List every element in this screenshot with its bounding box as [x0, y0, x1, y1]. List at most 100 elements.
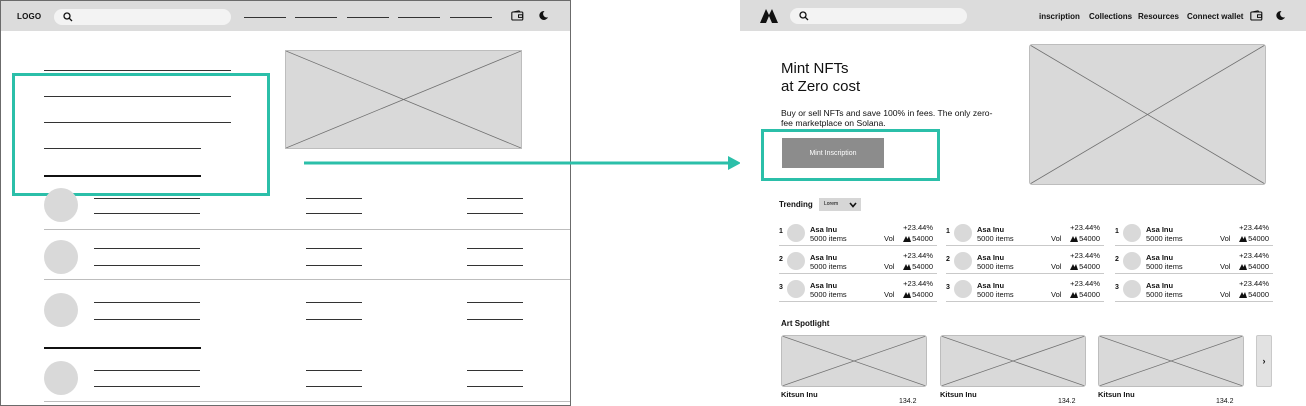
hifi-highlight-box [761, 129, 940, 181]
lofi-row-line [306, 319, 362, 320]
lofi-row-line [94, 265, 200, 266]
collection-change: +23.44% [1239, 223, 1269, 232]
trending-row[interactable]: 1 Asa Inu 5000 items +23.44% Vol 54000 [946, 220, 1104, 246]
wallet-icon[interactable] [511, 10, 524, 21]
collection-name: Asa Inu [1146, 281, 1174, 290]
collection-name: Asa Inu [977, 253, 1005, 262]
lofi-row-line [467, 213, 523, 214]
carousel-next-button[interactable]: › [1256, 335, 1272, 387]
collection-items: 5000 items [810, 262, 847, 271]
lofi-nav-placeholder[interactable] [244, 17, 286, 18]
connect-wallet-button[interactable]: Connect wallet [1187, 12, 1243, 21]
trending-filter-dropdown[interactable]: Lorem [819, 198, 861, 211]
lofi-row-line [306, 198, 362, 199]
collection-change: +23.44% [903, 251, 933, 260]
art-name: Kitsun Inu [781, 390, 818, 399]
volume-label: Vol [884, 290, 895, 299]
trending-row[interactable]: 3 Asa Inu 5000 items +23.44% Vol 54000 [946, 276, 1104, 302]
trending-rank: 2 [946, 256, 950, 263]
lofi-highlight-box [12, 73, 270, 196]
collection-volume: 54000 [903, 234, 933, 243]
lofi-row-line [94, 386, 200, 387]
trending-row[interactable]: 2 Asa Inu 5000 items +23.44% Vol 54000 [1115, 248, 1273, 274]
lofi-nav-placeholder[interactable] [398, 17, 440, 18]
volume-value: 54000 [912, 262, 933, 271]
collection-change: +23.44% [1239, 251, 1269, 260]
lofi-nav-placeholder[interactable] [347, 17, 389, 18]
nav-link-inscription[interactable]: inscription [1039, 12, 1080, 21]
trending-rank: 2 [779, 256, 783, 263]
lofi-row-line [94, 319, 200, 320]
volume-label: Vol [1051, 290, 1062, 299]
collection-avatar [787, 252, 805, 270]
lofi-row-line [94, 198, 200, 199]
solana-icon [903, 236, 912, 242]
solana-icon [903, 292, 912, 298]
trending-row[interactable]: 3 Asa Inu 5000 items +23.44% Vol 54000 [779, 276, 937, 302]
collection-volume: 54000 [1070, 290, 1100, 299]
solana-icon [1070, 264, 1079, 270]
collection-avatar [787, 224, 805, 242]
collection-items: 5000 items [977, 290, 1014, 299]
trending-row[interactable]: 2 Asa Inu 5000 items +23.44% Vol 54000 [946, 248, 1104, 274]
wallet-icon[interactable] [1250, 10, 1263, 21]
lofi-avatar-placeholder [44, 188, 78, 222]
art-price: 134.2 [1216, 398, 1234, 405]
moon-icon[interactable] [538, 10, 549, 21]
chevron-down-icon [849, 202, 857, 208]
lofi-row-line [94, 213, 200, 214]
art-price: 134.2 [899, 398, 917, 405]
volume-value: 54000 [1248, 234, 1269, 243]
hifi-topbar: inscription Collections Resources Connec… [740, 0, 1306, 31]
collection-items: 5000 items [810, 234, 847, 243]
lofi-nav-placeholder[interactable] [450, 17, 492, 18]
brand-logo-icon[interactable] [760, 8, 778, 23]
lofi-row-line [467, 198, 523, 199]
collection-name: Asa Inu [977, 225, 1005, 234]
trending-row[interactable]: 1 Asa Inu 5000 items +23.44% Vol 54000 [779, 220, 937, 246]
chevron-right-icon: › [1262, 356, 1266, 366]
solana-icon [1239, 292, 1248, 298]
art-card[interactable] [1098, 335, 1244, 387]
nav-link-collections[interactable]: Collections [1089, 12, 1132, 21]
lofi-row-line [306, 302, 362, 303]
lofi-row-line [467, 319, 523, 320]
hifi-search-input[interactable] [790, 8, 967, 24]
collection-avatar [1123, 252, 1141, 270]
volume-value: 54000 [1079, 262, 1100, 271]
lofi-wireframe: LOGO [0, 0, 571, 406]
solana-icon [1070, 292, 1079, 298]
volume-value: 54000 [912, 290, 933, 299]
volume-label: Vol [1220, 262, 1231, 271]
trending-title: Trending [779, 200, 813, 209]
trending-row[interactable]: 1 Asa Inu 5000 items +23.44% Vol 54000 [1115, 220, 1273, 246]
collection-avatar [787, 280, 805, 298]
trending-rank: 2 [1115, 256, 1119, 263]
trending-filter-label: Lorem [824, 201, 839, 207]
nav-link-resources[interactable]: Resources [1138, 12, 1179, 21]
search-icon [799, 11, 809, 21]
lofi-row-line [306, 213, 362, 214]
moon-icon[interactable] [1275, 10, 1286, 21]
lofi-nav-placeholder[interactable] [295, 17, 337, 18]
collection-items: 5000 items [1146, 262, 1183, 271]
trending-row[interactable]: 3 Asa Inu 5000 items +23.44% Vol 54000 [1115, 276, 1273, 302]
collection-change: +23.44% [1070, 223, 1100, 232]
art-card[interactable] [781, 335, 927, 387]
trending-rank: 1 [946, 228, 950, 235]
collection-change: +23.44% [1070, 279, 1100, 288]
hero-image-placeholder [1029, 44, 1266, 185]
volume-label: Vol [1051, 262, 1062, 271]
collection-volume: 54000 [1070, 234, 1100, 243]
art-image-placeholder [781, 335, 927, 387]
lofi-logo[interactable]: LOGO [17, 12, 41, 21]
lofi-search-input[interactable] [54, 9, 231, 25]
collection-volume: 54000 [903, 290, 933, 299]
art-card[interactable] [940, 335, 1086, 387]
lofi-hero-line [44, 70, 231, 71]
trending-row[interactable]: 2 Asa Inu 5000 items +23.44% Vol 54000 [779, 248, 937, 274]
lofi-row-divider [44, 229, 570, 230]
lofi-row-line [94, 370, 200, 371]
collection-items: 5000 items [977, 234, 1014, 243]
collection-change: +23.44% [1070, 251, 1100, 260]
